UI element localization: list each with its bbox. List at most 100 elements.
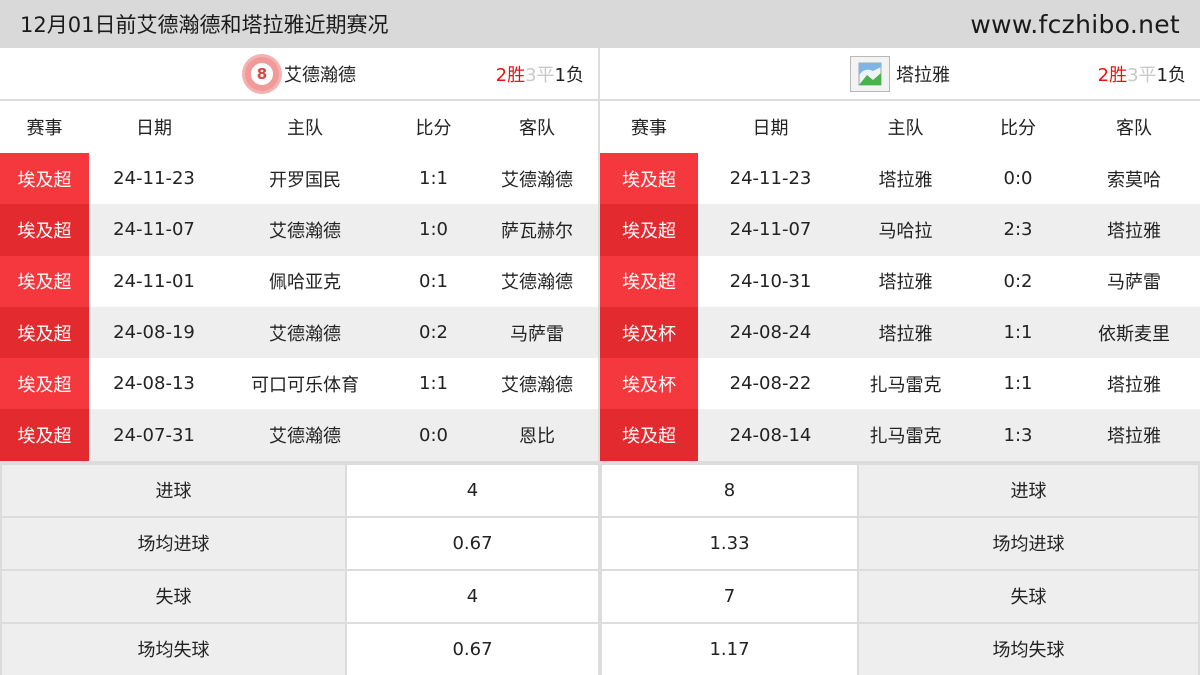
home-team[interactable]: 扎马雷克	[843, 358, 968, 410]
stat-value: 1.17	[600, 621, 859, 675]
competition-badge[interactable]: 埃及超	[600, 153, 698, 205]
col-date: 日期	[89, 101, 219, 153]
home-team[interactable]: 佩哈亚克	[219, 255, 391, 307]
competition-badge[interactable]: 埃及超	[0, 153, 89, 205]
wins: 2胜	[1097, 64, 1128, 86]
stat-label: 场均失球	[857, 621, 1200, 675]
table-row[interactable]: 埃及超 24-08-19 艾德瀚德 0:2 马萨雷	[0, 306, 598, 359]
away-team[interactable]: 萨瓦赫尔	[476, 204, 598, 256]
matches-table: 赛事 日期 主队 比分 客队 埃及超 24-11-23 塔拉雅 0:0 索莫哈 埃及超 24…	[600, 101, 1200, 461]
away-team[interactable]: 艾德瀚德	[476, 358, 598, 410]
home-team[interactable]: 艾德瀚德	[219, 204, 391, 256]
home-team[interactable]: 艾德瀚德	[219, 409, 391, 461]
match-score: 1:1	[968, 306, 1068, 359]
matches-table: 赛事 日期 主队 比分 客队 埃及超 24-11-23 开罗国民 1:1 艾德瀚德 埃及超…	[0, 101, 598, 461]
recent-matches: 8 艾德瀚德 2胜3平1负 赛事 日期 主队 比分 客队 埃及超 24-11-23…	[0, 48, 1200, 461]
away-team[interactable]: 恩比	[476, 409, 598, 461]
away-team[interactable]: 塔拉雅	[1068, 204, 1200, 256]
competition-badge[interactable]: 埃及超	[600, 255, 698, 307]
match-score: 1:3	[968, 409, 1068, 461]
table-row[interactable]: 埃及超 24-11-01 佩哈亚克 0:1 艾德瀚德	[0, 255, 598, 307]
col-away: 客队	[1068, 101, 1200, 153]
away-team[interactable]: 艾德瀚德	[476, 255, 598, 307]
home-team[interactable]: 马哈拉	[843, 204, 968, 256]
table-row[interactable]: 埃及超 24-11-23 开罗国民 1:1 艾德瀚德	[0, 153, 598, 205]
away-team[interactable]: 马萨雷	[1068, 255, 1200, 307]
competition-badge[interactable]: 埃及超	[600, 204, 698, 256]
match-date: 24-11-01	[89, 255, 219, 307]
stat-label: 进球	[857, 462, 1200, 518]
competition-badge[interactable]: 埃及超	[0, 306, 89, 359]
away-team[interactable]: 索莫哈	[1068, 153, 1200, 205]
table-row[interactable]: 埃及杯 24-08-22 扎马雷克 1:1 塔拉雅	[600, 358, 1200, 410]
home-team[interactable]: 开罗国民	[219, 153, 391, 205]
match-date: 24-11-23	[698, 153, 843, 205]
match-date: 24-11-07	[698, 204, 843, 256]
draws: 3平	[525, 64, 555, 86]
match-score: 1:1	[968, 358, 1068, 410]
stat-label: 场均进球	[857, 515, 1200, 571]
team-header: 塔拉雅 2胜3平1负	[600, 48, 1200, 101]
stat-row: 进球 4	[0, 462, 600, 518]
draws: 3平	[1127, 64, 1157, 86]
competition-badge[interactable]: 埃及杯	[600, 306, 698, 359]
wins: 2胜	[495, 64, 526, 86]
stat-row: 场均失球 0.67	[0, 621, 600, 675]
away-team[interactable]: 马萨雷	[476, 306, 598, 359]
match-date: 24-08-13	[89, 358, 219, 410]
stat-label: 场均失球	[0, 621, 347, 675]
competition-badge[interactable]: 埃及杯	[600, 358, 698, 410]
competition-badge[interactable]: 埃及超	[0, 255, 89, 307]
team-name[interactable]: 艾德瀚德	[284, 61, 356, 87]
table-row[interactable]: 埃及超 24-11-23 塔拉雅 0:0 索莫哈	[600, 153, 1200, 205]
losses: 1负	[1156, 64, 1186, 86]
away-team[interactable]: 塔拉雅	[1068, 409, 1200, 461]
home-team[interactable]: 艾德瀚德	[219, 306, 391, 359]
stat-value: 4	[345, 462, 600, 518]
competition-badge[interactable]: 埃及超	[600, 409, 698, 461]
col-home: 主队	[219, 101, 391, 153]
table-row[interactable]: 埃及超 24-08-13 可口可乐体育 1:1 艾德瀚德	[0, 358, 598, 410]
away-team[interactable]: 艾德瀚德	[476, 153, 598, 205]
match-score: 1:1	[391, 358, 476, 410]
match-date: 24-08-14	[698, 409, 843, 461]
home-team[interactable]: 塔拉雅	[843, 153, 968, 205]
match-date: 24-11-23	[89, 153, 219, 205]
col-score: 比分	[391, 101, 476, 153]
table-row[interactable]: 埃及超 24-08-14 扎马雷克 1:3 塔拉雅	[600, 409, 1200, 461]
table-row[interactable]: 埃及超 24-11-07 马哈拉 2:3 塔拉雅	[600, 204, 1200, 256]
away-team[interactable]: 依斯麦里	[1068, 306, 1200, 359]
page-title: 12月01日前艾德瀚德和塔拉雅近期赛况	[20, 13, 389, 37]
home-team[interactable]: 可口可乐体育	[219, 358, 391, 410]
match-date: 24-08-22	[698, 358, 843, 410]
team-name-wrap: 塔拉雅	[850, 55, 950, 92]
competition-badge[interactable]: 埃及超	[0, 358, 89, 410]
match-score: 0:2	[968, 255, 1068, 307]
stat-row: 场均进球 0.67	[0, 515, 600, 571]
site-url[interactable]: www.fczhibo.net	[970, 10, 1180, 39]
col-competition: 赛事	[0, 101, 89, 153]
competition-badge[interactable]: 埃及超	[0, 409, 89, 461]
table-row[interactable]: 埃及超 24-10-31 塔拉雅 0:2 马萨雷	[600, 255, 1200, 307]
match-date: 24-11-07	[89, 204, 219, 256]
team-name[interactable]: 塔拉雅	[896, 61, 950, 87]
stat-row: 1.33 场均进球	[600, 515, 1200, 571]
match-date: 24-07-31	[89, 409, 219, 461]
table-row[interactable]: 埃及杯 24-08-24 塔拉雅 1:1 依斯麦里	[600, 306, 1200, 359]
table-row[interactable]: 埃及超 24-11-07 艾德瀚德 1:0 萨瓦赫尔	[0, 204, 598, 256]
home-team[interactable]: 扎马雷克	[843, 409, 968, 461]
col-score: 比分	[968, 101, 1068, 153]
stat-value: 7	[600, 568, 859, 624]
table-row[interactable]: 埃及超 24-07-31 艾德瀚德 0:0 恩比	[0, 409, 598, 461]
match-score: 0:2	[391, 306, 476, 359]
competition-badge[interactable]: 埃及超	[0, 204, 89, 256]
stat-value: 1.33	[600, 515, 859, 571]
table-header-row: 赛事 日期 主队 比分 客队	[0, 101, 598, 153]
left-stats-table: 进球 4 场均进球 0.67 失球 4 场均失球 0.67	[0, 462, 600, 675]
title-bar: 12月01日前艾德瀚德和塔拉雅近期赛况 www.fczhibo.net	[0, 0, 1200, 48]
team-crest-icon: 8	[242, 53, 282, 94]
home-team[interactable]: 塔拉雅	[843, 306, 968, 359]
home-team[interactable]: 塔拉雅	[843, 255, 968, 307]
match-score: 0:0	[968, 153, 1068, 205]
away-team[interactable]: 塔拉雅	[1068, 358, 1200, 410]
